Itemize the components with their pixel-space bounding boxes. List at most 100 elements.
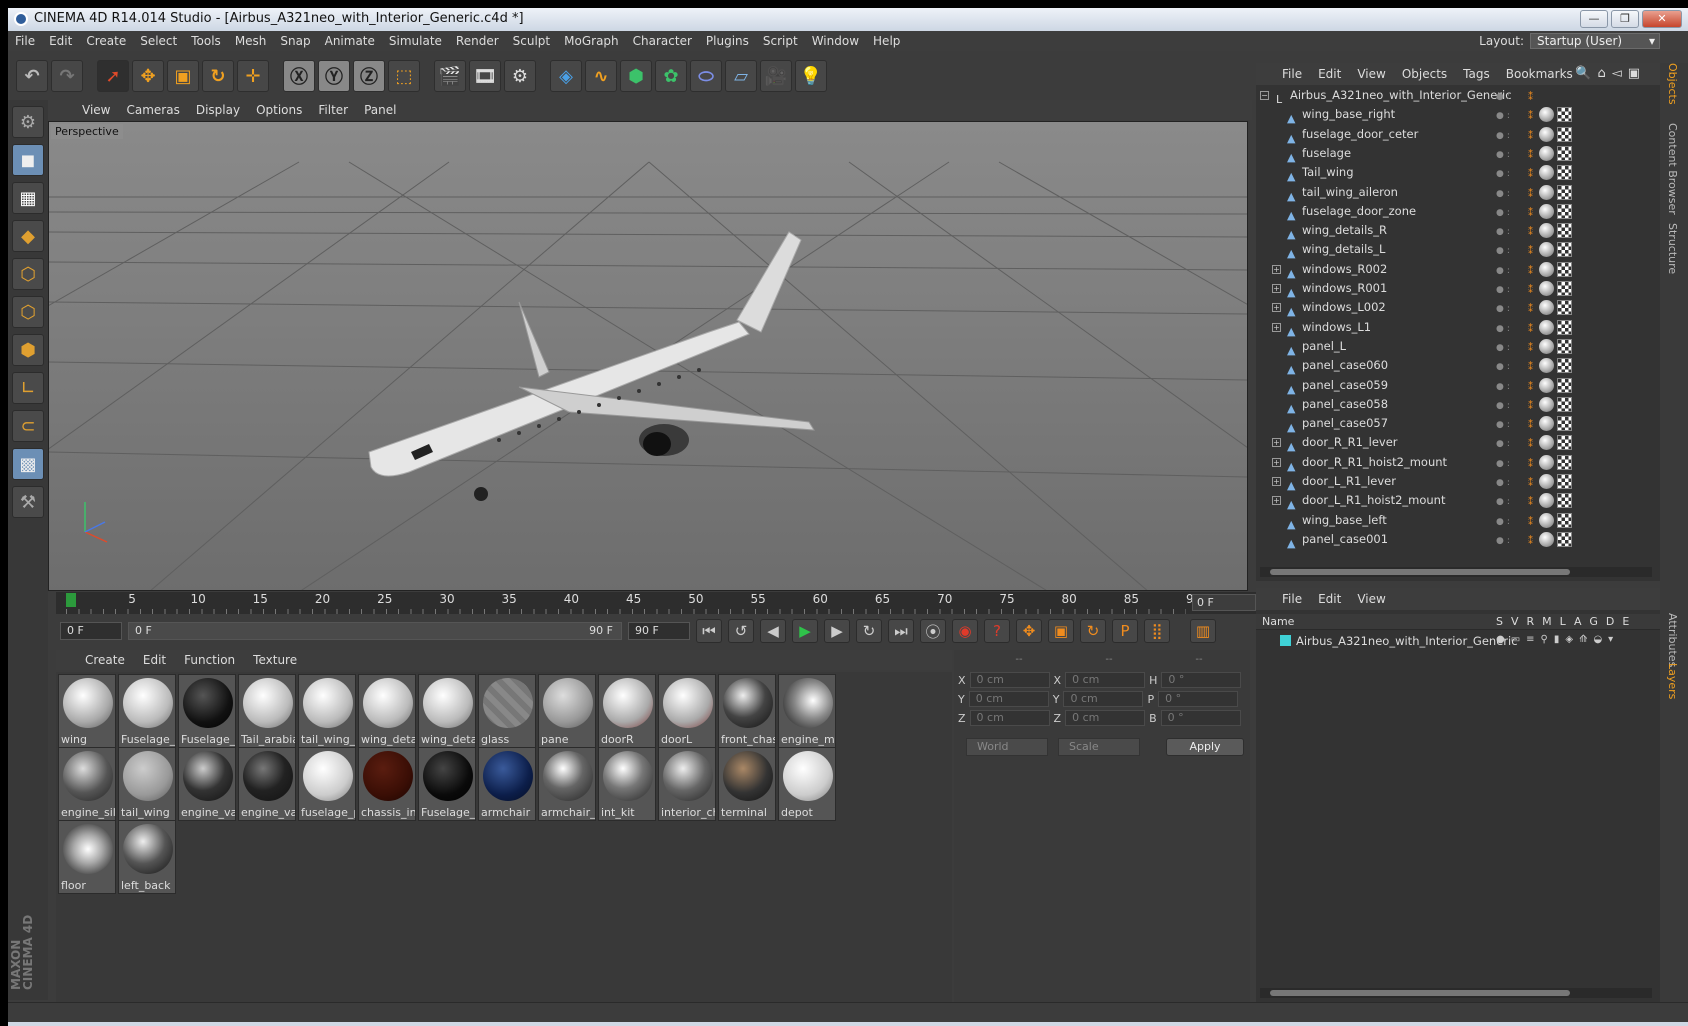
- object-row[interactable]: + ▲ windows_R002 ●: ⁑: [1256, 260, 1656, 280]
- uvw-tag-icon[interactable]: [1557, 126, 1572, 142]
- material-menu-create[interactable]: Create: [76, 653, 134, 667]
- menu-file[interactable]: File: [8, 34, 42, 48]
- material-swatch[interactable]: engine_silv: [58, 747, 116, 821]
- visibility-dots[interactable]: ●:: [1496, 358, 1513, 377]
- texture-mode-icon[interactable]: ▦: [12, 182, 44, 214]
- apply-button[interactable]: Apply: [1166, 738, 1244, 756]
- visibility-dots[interactable]: ●:: [1496, 397, 1513, 416]
- material-swatch[interactable]: terminal: [718, 747, 776, 821]
- axis-mode-icon[interactable]: ∟: [12, 372, 44, 404]
- visibility-dots[interactable]: ●:: [1496, 435, 1513, 454]
- maximize-button[interactable]: ❐: [1611, 10, 1639, 28]
- material-swatch[interactable]: Tail_arabia: [238, 674, 296, 748]
- visibility-dots[interactable]: ●:: [1496, 416, 1513, 435]
- object-row[interactable]: ▲ Tail_wing ●: ⁑: [1256, 163, 1656, 183]
- timeline-window-icon[interactable]: ▥: [1190, 619, 1216, 643]
- uvw-tag-icon[interactable]: [1557, 474, 1572, 489]
- menu-render[interactable]: Render: [449, 34, 506, 48]
- menu-select[interactable]: Select: [133, 34, 184, 48]
- material-tag-icon[interactable]: [1539, 531, 1554, 547]
- coordinate-field[interactable]: 0 cm: [969, 672, 1050, 688]
- position-key-icon[interactable]: ✥: [1016, 619, 1042, 643]
- object-menu-tags[interactable]: Tags: [1455, 67, 1498, 81]
- cloner-icon[interactable]: ✿: [655, 60, 687, 92]
- uvw-tag-icon[interactable]: [1557, 107, 1572, 123]
- uvw-tag-icon[interactable]: [1557, 396, 1572, 412]
- pla-key-icon[interactable]: ⣿: [1144, 619, 1170, 643]
- menu-window[interactable]: Window: [805, 34, 866, 48]
- menu-mograph[interactable]: MoGraph: [557, 34, 626, 48]
- material-menu-function[interactable]: Function: [175, 653, 244, 667]
- material-tag-icon[interactable]: [1539, 242, 1554, 258]
- object-manager-nav-icons[interactable]: 🔍⌂◅▣: [1567, 66, 1654, 81]
- magnet-icon[interactable]: ⊂: [12, 410, 44, 442]
- visibility-dots[interactable]: ●:: [1496, 204, 1513, 223]
- coordinate-field[interactable]: 0 cm: [1065, 710, 1146, 726]
- rotate-icon[interactable]: ↻: [202, 60, 234, 92]
- object-row[interactable]: ▲ fuselage ●: ⁑: [1256, 144, 1656, 164]
- parameter-key-icon[interactable]: P: [1112, 619, 1138, 643]
- object-row[interactable]: ▲ fuselage_door_zone ●: ⁑: [1256, 202, 1656, 222]
- material-tag-icon[interactable]: [1539, 377, 1554, 393]
- menu-mesh[interactable]: Mesh: [228, 34, 274, 48]
- material-tag-icon[interactable]: [1539, 454, 1554, 470]
- material-swatch[interactable]: tail_wing_a: [298, 674, 356, 748]
- visibility-dots[interactable]: ●:: [1496, 146, 1513, 165]
- menu-snap[interactable]: Snap: [273, 34, 317, 48]
- material-tag-icon[interactable]: [1539, 319, 1554, 335]
- object-menu-view[interactable]: View: [1349, 67, 1393, 81]
- object-hscrollbar[interactable]: [1260, 567, 1652, 577]
- menu-tools[interactable]: Tools: [184, 34, 228, 48]
- coordinate-mode-dropdown[interactable]: World: [966, 738, 1048, 756]
- material-swatch[interactable]: glass: [478, 674, 536, 748]
- material-swatch[interactable]: depot: [778, 747, 836, 821]
- uvw-tag-icon[interactable]: [1557, 493, 1572, 509]
- camera-icon[interactable]: 🎥: [760, 60, 792, 92]
- visibility-dots[interactable]: ●:: [1496, 165, 1513, 184]
- size-mode-dropdown[interactable]: Scale: [1058, 738, 1140, 756]
- material-menu-edit[interactable]: Edit: [134, 653, 175, 667]
- model-mode-icon[interactable]: ◼: [12, 144, 44, 176]
- object-row[interactable]: ▲ tail_wing_aileron ●: ⁑: [1256, 183, 1656, 203]
- polygons-mode-icon[interactable]: ⬢: [12, 334, 44, 366]
- layer-toggle-icons[interactable]: ●▭≡⚲▮◈⟰◒▾: [1496, 634, 1619, 645]
- material-swatch[interactable]: engine_var: [178, 747, 236, 821]
- redo-icon[interactable]: ↷: [51, 60, 83, 92]
- object-root-row[interactable]: − L Airbus_A321neo_with_Interior_Generic ●:…: [1256, 86, 1656, 106]
- uvw-tag-icon[interactable]: [1557, 435, 1572, 451]
- material-swatch[interactable]: interior_ch: [658, 747, 716, 821]
- y-axis-icon[interactable]: Ⓨ: [318, 60, 350, 92]
- object-row[interactable]: ▲ panel_case060 ●: ⁑: [1256, 356, 1656, 376]
- material-tag-icon[interactable]: [1539, 107, 1554, 123]
- object-row[interactable]: + ▲ door_R_R1_hoist2_mount ●: ⁑: [1256, 453, 1656, 473]
- scale-key-icon[interactable]: ▣: [1048, 619, 1074, 643]
- goto-start-icon[interactable]: ⏮: [696, 619, 722, 643]
- material-swatch[interactable]: Fuselage_t: [418, 747, 476, 821]
- visibility-dots[interactable]: ●:: [1496, 474, 1513, 493]
- object-row[interactable]: ▲ panel_case057 ●: ⁑: [1256, 414, 1656, 434]
- undo-icon[interactable]: ↶: [16, 60, 48, 92]
- material-tag-icon[interactable]: [1539, 145, 1554, 161]
- material-swatch[interactable]: Fuselage_t: [178, 674, 236, 748]
- light-icon[interactable]: 💡: [795, 60, 827, 92]
- coordinate-field[interactable]: 0 cm: [1065, 672, 1146, 688]
- points-mode-icon[interactable]: ⬡: [12, 258, 44, 290]
- material-swatch[interactable]: engine_var: [238, 747, 296, 821]
- uvw-tag-icon[interactable]: [1557, 165, 1572, 181]
- object-menu-file[interactable]: File: [1274, 67, 1310, 81]
- coordinate-field[interactable]: 0 cm: [968, 691, 1049, 707]
- autokey-icon[interactable]: ◉: [952, 619, 978, 643]
- expand-icon[interactable]: +: [1272, 438, 1281, 448]
- material-swatch[interactable]: armchair_m: [538, 747, 596, 821]
- material-swatch[interactable]: chassis_ins: [358, 747, 416, 821]
- material-swatch[interactable]: tail_wing: [118, 747, 176, 821]
- viewport-menu-cameras[interactable]: Cameras: [118, 103, 187, 117]
- workplane-icon[interactable]: ◆: [12, 220, 44, 252]
- coordinate-field[interactable]: 0 °: [1161, 672, 1242, 688]
- material-swatch[interactable]: front_chass: [718, 674, 776, 748]
- material-tag-icon[interactable]: [1539, 416, 1554, 432]
- visibility-dots[interactable]: ●:: [1496, 281, 1513, 300]
- record-icon[interactable]: ⦿: [920, 619, 946, 643]
- keyframe-selection-icon[interactable]: ?: [984, 619, 1010, 643]
- object-row[interactable]: ▲ wing_details_L ●: ⁑: [1256, 240, 1656, 260]
